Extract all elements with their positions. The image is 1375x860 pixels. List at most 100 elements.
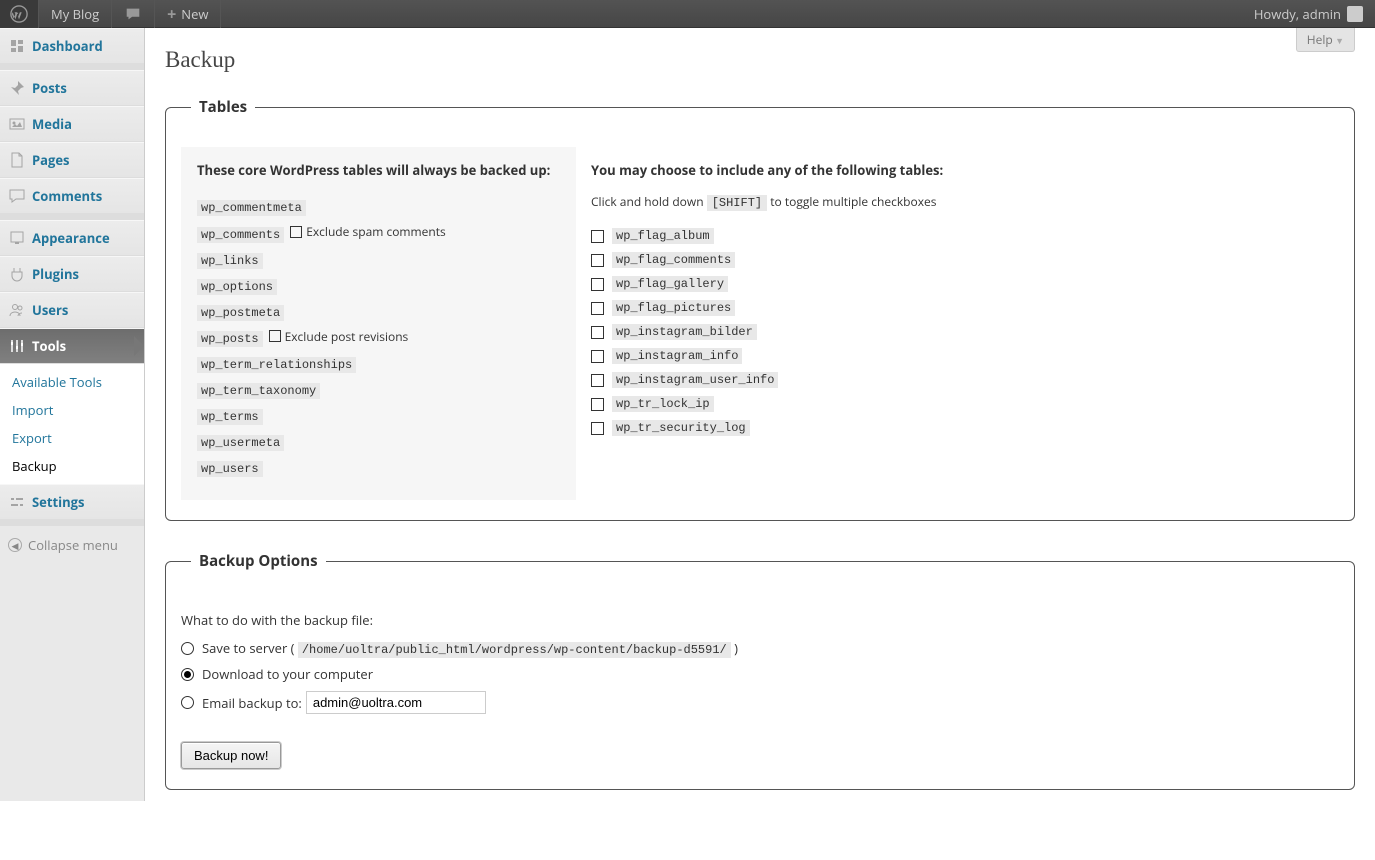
table-name: wp_commentmeta <box>197 200 306 216</box>
radio-email-row[interactable]: Email backup to: <box>181 691 1339 714</box>
site-name-link[interactable]: My Blog <box>39 0 112 28</box>
collapse-menu[interactable]: ◀ Collapse menu <box>0 526 144 564</box>
table-name: wp_terms <box>197 409 263 425</box>
menu-dashboard[interactable]: Dashboard <box>0 28 144 64</box>
avatar-icon <box>1347 6 1363 22</box>
menu-label: Users <box>32 301 68 319</box>
optional-table-row: wp_flag_comments <box>591 248 1339 272</box>
table-checkbox[interactable] <box>591 350 604 363</box>
media-icon <box>8 116 26 132</box>
appearance-icon <box>8 230 26 246</box>
table-name: wp_users <box>197 461 263 477</box>
collapse-icon: ◀ <box>8 538 22 552</box>
optional-table-row: wp_instagram_bilder <box>591 320 1339 344</box>
core-table-row: wp_terms <box>197 402 560 428</box>
optional-heading: You may choose to include any of the fol… <box>591 161 1339 179</box>
tools-submenu: Available Tools Import Export Backup <box>0 364 144 484</box>
save-server-label: Save to server ( /home/uoltra/public_htm… <box>202 639 738 657</box>
exclude-revisions-label: Exclude post revisions <box>285 328 409 345</box>
page-title: Backup <box>165 38 1355 77</box>
table-name: wp_flag_gallery <box>612 276 728 292</box>
table-checkbox[interactable] <box>591 254 604 267</box>
radio-email[interactable] <box>181 696 194 709</box>
table-checkbox[interactable] <box>591 374 604 387</box>
optional-tables-box: You may choose to include any of the fol… <box>591 147 1339 500</box>
menu-posts[interactable]: Posts <box>0 70 144 106</box>
new-content[interactable]: + New <box>155 0 221 28</box>
pin-icon <box>8 80 26 96</box>
table-name: wp_tr_lock_ip <box>612 396 714 412</box>
menu-users[interactable]: Users <box>0 292 144 328</box>
core-table-row: wp_users <box>197 454 560 480</box>
core-table-row: wp_term_taxonomy <box>197 376 560 402</box>
admin-bar: My Blog + New Howdy, admin <box>0 0 1375 28</box>
table-checkbox[interactable] <box>591 278 604 291</box>
optional-table-row: wp_tr_security_log <box>591 416 1339 440</box>
new-label: New <box>176 5 208 23</box>
menu-tools[interactable]: Tools <box>0 328 144 364</box>
radio-download-row[interactable]: Download to your computer <box>181 665 1339 683</box>
core-table-row: wp_options <box>197 272 560 298</box>
menu-plugins[interactable]: Plugins <box>0 256 144 292</box>
table-name: wp_instagram_user_info <box>612 372 778 388</box>
menu-pages[interactable]: Pages <box>0 142 144 178</box>
menu-media[interactable]: Media <box>0 106 144 142</box>
plus-icon: + <box>167 3 176 25</box>
comments-bubble[interactable] <box>112 0 155 28</box>
menu-label: Posts <box>32 79 67 97</box>
table-checkbox[interactable] <box>591 422 604 435</box>
admin-menu: Dashboard Posts Media Pages Comments App… <box>0 28 145 801</box>
wp-logo[interactable] <box>0 0 39 28</box>
core-table-row: wp_commentmeta <box>197 193 560 219</box>
page-icon <box>8 152 26 168</box>
help-label: Help <box>1307 31 1333 48</box>
submenu-backup[interactable]: Backup <box>0 452 144 480</box>
core-table-row: wp_term_relationships <box>197 350 560 376</box>
users-icon <box>8 302 26 318</box>
menu-comments[interactable]: Comments <box>0 178 144 214</box>
radio-save-server-row[interactable]: Save to server ( /home/uoltra/public_htm… <box>181 639 1339 657</box>
radio-save-server[interactable] <box>181 642 194 655</box>
table-checkbox[interactable] <box>591 302 604 315</box>
table-name: wp_usermeta <box>197 435 284 451</box>
email-label: Email backup to: <box>202 694 302 712</box>
email-input[interactable] <box>306 691 486 714</box>
menu-label: Comments <box>32 187 102 205</box>
table-checkbox[interactable] <box>591 398 604 411</box>
optional-table-row: wp_flag_album <box>591 224 1339 248</box>
radio-download[interactable] <box>181 668 194 681</box>
exclude-spam-checkbox[interactable] <box>290 226 302 238</box>
backup-now-button[interactable]: Backup now! <box>181 742 281 769</box>
table-checkbox[interactable] <box>591 230 604 243</box>
what-to-do-label: What to do with the backup file: <box>181 611 1339 629</box>
table-name: wp_postmeta <box>197 305 284 321</box>
tables-legend: Tables <box>191 97 255 117</box>
submenu-export[interactable]: Export <box>0 424 144 452</box>
help-toggle[interactable]: Help <box>1296 28 1355 52</box>
table-name: wp_flag_comments <box>612 252 735 268</box>
core-tables-box: These core WordPress tables will always … <box>181 147 576 500</box>
menu-label: Pages <box>32 151 70 169</box>
my-account[interactable]: Howdy, admin <box>1242 0 1375 28</box>
comment-icon <box>124 5 142 23</box>
table-name: wp_options <box>197 279 277 295</box>
table-name: wp_term_relationships <box>197 357 356 373</box>
menu-appearance[interactable]: Appearance <box>0 220 144 256</box>
submenu-import[interactable]: Import <box>0 396 144 424</box>
core-table-row: wp_commentsExclude spam comments <box>197 219 560 246</box>
optional-table-row: wp_tr_lock_ip <box>591 392 1339 416</box>
plugin-icon <box>8 266 26 282</box>
submenu-available-tools[interactable]: Available Tools <box>0 368 144 396</box>
table-name: wp_instagram_bilder <box>612 324 757 340</box>
menu-settings[interactable]: Settings <box>0 484 144 520</box>
table-name: wp_links <box>197 253 263 269</box>
optional-table-row: wp_flag_pictures <box>591 296 1339 320</box>
site-name-label: My Blog <box>51 5 99 23</box>
optional-table-row: wp_flag_gallery <box>591 272 1339 296</box>
table-name: wp_flag_album <box>612 228 714 244</box>
table-name: wp_term_taxonomy <box>197 383 320 399</box>
shift-hint: Click and hold down [SHIFT] to toggle mu… <box>591 193 1339 210</box>
exclude-revisions-checkbox[interactable] <box>269 330 281 342</box>
comments-icon <box>8 188 26 204</box>
table-checkbox[interactable] <box>591 326 604 339</box>
